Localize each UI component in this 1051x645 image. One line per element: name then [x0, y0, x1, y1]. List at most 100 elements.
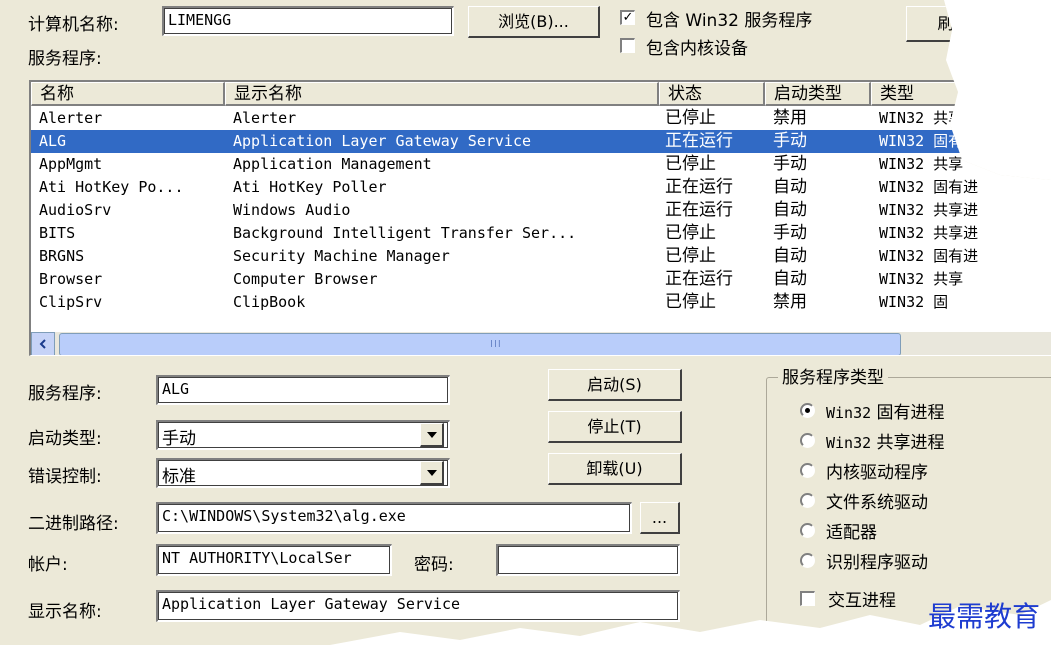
cell-display: Application Layer Gateway Service — [233, 132, 532, 150]
option-text: 文件系统驱动 — [826, 493, 928, 513]
account-input[interactable]: NT AUTHORITY\LocalSer — [156, 544, 392, 576]
cell-name: Alerter — [39, 109, 103, 127]
cell-status: 已停止 — [665, 154, 716, 174]
cell-name: ALG — [39, 132, 67, 150]
cell-display: ClipBook — [233, 293, 306, 311]
cell-status: 已停止 — [665, 223, 716, 243]
service-type-option-label: Win32 共享进程 — [826, 428, 945, 453]
table-row[interactable]: AudioSrv Windows Audio 正在运行 自动 WIN32 共享进 — [31, 199, 1051, 222]
radio-selected-dot — [805, 408, 810, 413]
browse-button[interactable]: 浏览(B)... — [468, 6, 600, 38]
binary-path-label: 二进制路径: — [28, 514, 119, 534]
cell-start: 手动 — [773, 131, 807, 151]
cell-start: 禁用 — [773, 108, 807, 128]
error-control-select[interactable]: 标准 — [156, 458, 450, 488]
include-kernel-label: 包含内核设备 — [646, 39, 748, 59]
cell-status: 已停止 — [665, 246, 716, 266]
cell-display: Windows Audio — [233, 201, 351, 219]
table-row[interactable]: ALG Application Layer Gateway Service 正在运行… — [31, 130, 1051, 153]
service-type-radio[interactable] — [800, 403, 815, 418]
error-control-value: 标准 — [162, 467, 196, 487]
cell-name: Browser — [39, 270, 103, 288]
scrollbar-thumb[interactable]: III — [59, 333, 901, 355]
service-name-input[interactable]: ALG — [156, 375, 450, 405]
cell-start: 自动 — [773, 246, 807, 266]
cell-display: Background Intelligent Transfer Ser... — [233, 224, 577, 242]
scroll-left-arrow[interactable] — [31, 332, 55, 355]
service-type-title: 服务程序类型 — [778, 363, 888, 388]
cell-status: 已停止 — [665, 108, 716, 128]
cell-type: WIN32 共享进 — [879, 224, 979, 242]
stop-service-button[interactable]: 停止(T) — [548, 411, 682, 443]
error-control-dropdown-button[interactable] — [420, 461, 444, 485]
service-type-radio[interactable] — [800, 463, 815, 478]
column-header-start-type[interactable]: 启动类型 — [765, 82, 871, 106]
column-header-status[interactable]: 状态 — [659, 82, 765, 106]
start-type-label: 启动类型: — [28, 429, 102, 449]
include-win32-checkbox[interactable]: ✓ — [620, 10, 635, 25]
cell-name: ClipSrv — [39, 293, 103, 311]
cell-start: 手动 — [773, 154, 807, 174]
service-type-option-label: 适配器 — [826, 518, 877, 543]
start-service-button[interactable]: 启动(S) — [548, 369, 682, 401]
cell-display: Ati HotKey Poller — [233, 178, 387, 196]
start-type-value: 手动 — [162, 429, 196, 449]
cell-start: 自动 — [773, 269, 807, 289]
binary-path-input[interactable]: C:\WINDOWS\System32\alg.exe — [156, 502, 632, 534]
table-row[interactable]: Ati HotKey Po... Ati HotKey Poller 正在运行 自动 W… — [31, 176, 1051, 199]
cell-start: 手动 — [773, 223, 807, 243]
table-row[interactable]: Browser Computer Browser 正在运行 自动 WIN32 共享 — [31, 268, 1051, 291]
service-manager-dialog: 计算机名称: LIMENGG 浏览(B)... ✓ 包含 Win32 服务程序 … — [0, 0, 1051, 645]
option-text: 固有进程 — [871, 403, 945, 423]
cell-start: 自动 — [773, 200, 807, 220]
cell-type: WIN32 固有 — [879, 132, 964, 150]
service-type-radio[interactable] — [800, 523, 815, 538]
error-control-label: 错误控制: — [28, 467, 102, 487]
column-header-type[interactable]: 类型 — [871, 82, 1051, 106]
cell-status: 已停止 — [665, 292, 716, 312]
cell-name: BRGNS — [39, 247, 85, 265]
cell-status: 正在运行 — [665, 131, 733, 151]
cell-start: 禁用 — [773, 292, 807, 312]
start-type-select[interactable]: 手动 — [156, 420, 450, 450]
cell-name: Ati HotKey Po... — [39, 178, 184, 196]
column-header-display-name[interactable]: 显示名称 — [225, 82, 659, 106]
service-type-option-label: Win32 固有进程 — [826, 398, 945, 423]
interactive-process-label: 交互进程 — [828, 591, 896, 611]
cell-type: WIN32 共享进 — [879, 201, 979, 219]
option-prefix: Win32 — [826, 404, 872, 422]
cell-display: Security Machine Manager — [233, 247, 450, 265]
account-label: 帐户: — [28, 555, 68, 575]
include-kernel-checkbox[interactable] — [620, 38, 635, 53]
column-header-name[interactable]: 名称 — [31, 82, 225, 106]
table-row[interactable]: Alerter Alerter 已停止 禁用 WIN32 共享 — [31, 107, 1051, 130]
table-row[interactable]: BRGNS Security Machine Manager 已停止 自动 WIN32 … — [31, 245, 1051, 268]
service-type-radio[interactable] — [800, 553, 815, 568]
cell-display: Application Management — [233, 155, 432, 173]
cell-name: BITS — [39, 224, 76, 242]
service-type-radio[interactable] — [800, 493, 815, 508]
option-prefix: Win32 — [826, 434, 872, 452]
password-input[interactable] — [496, 544, 680, 576]
services-list[interactable]: 名称 显示名称 状态 启动类型 类型 Alerter Alerter 已停止 禁用 WI… — [29, 80, 1051, 356]
cell-status: 正在运行 — [665, 269, 733, 289]
horizontal-scrollbar[interactable]: III — [31, 332, 1051, 355]
interactive-process-checkbox[interactable] — [800, 591, 815, 606]
table-row[interactable]: AppMgmt Application Management 已停止 手动 WIN32 … — [31, 153, 1051, 176]
display-name-input[interactable]: Application Layer Gateway Service — [156, 590, 680, 622]
uninstall-service-button[interactable]: 卸载(U) — [548, 453, 682, 485]
start-type-dropdown-button[interactable] — [420, 423, 444, 447]
checkmark-icon: ✓ — [622, 10, 634, 25]
table-row[interactable]: ClipSrv ClipBook 已停止 禁用 WIN32 固 — [31, 291, 1051, 314]
cell-type: WIN32 共享 — [879, 155, 964, 173]
cell-status: 正在运行 — [665, 200, 733, 220]
binary-path-browse-button[interactable]: ... — [640, 502, 680, 534]
table-row[interactable]: BITS Background Intelligent Transfer Ser.… — [31, 222, 1051, 245]
cell-name: AudioSrv — [39, 201, 112, 219]
services-label: 服务程序: — [28, 49, 102, 69]
computer-name-input[interactable]: LIMENGG — [162, 6, 454, 36]
chevron-left-icon — [39, 339, 46, 349]
include-win32-label: 包含 Win32 服务程序 — [646, 11, 813, 31]
refresh-button[interactable]: 刷 — [906, 6, 986, 42]
service-type-radio[interactable] — [800, 433, 815, 448]
